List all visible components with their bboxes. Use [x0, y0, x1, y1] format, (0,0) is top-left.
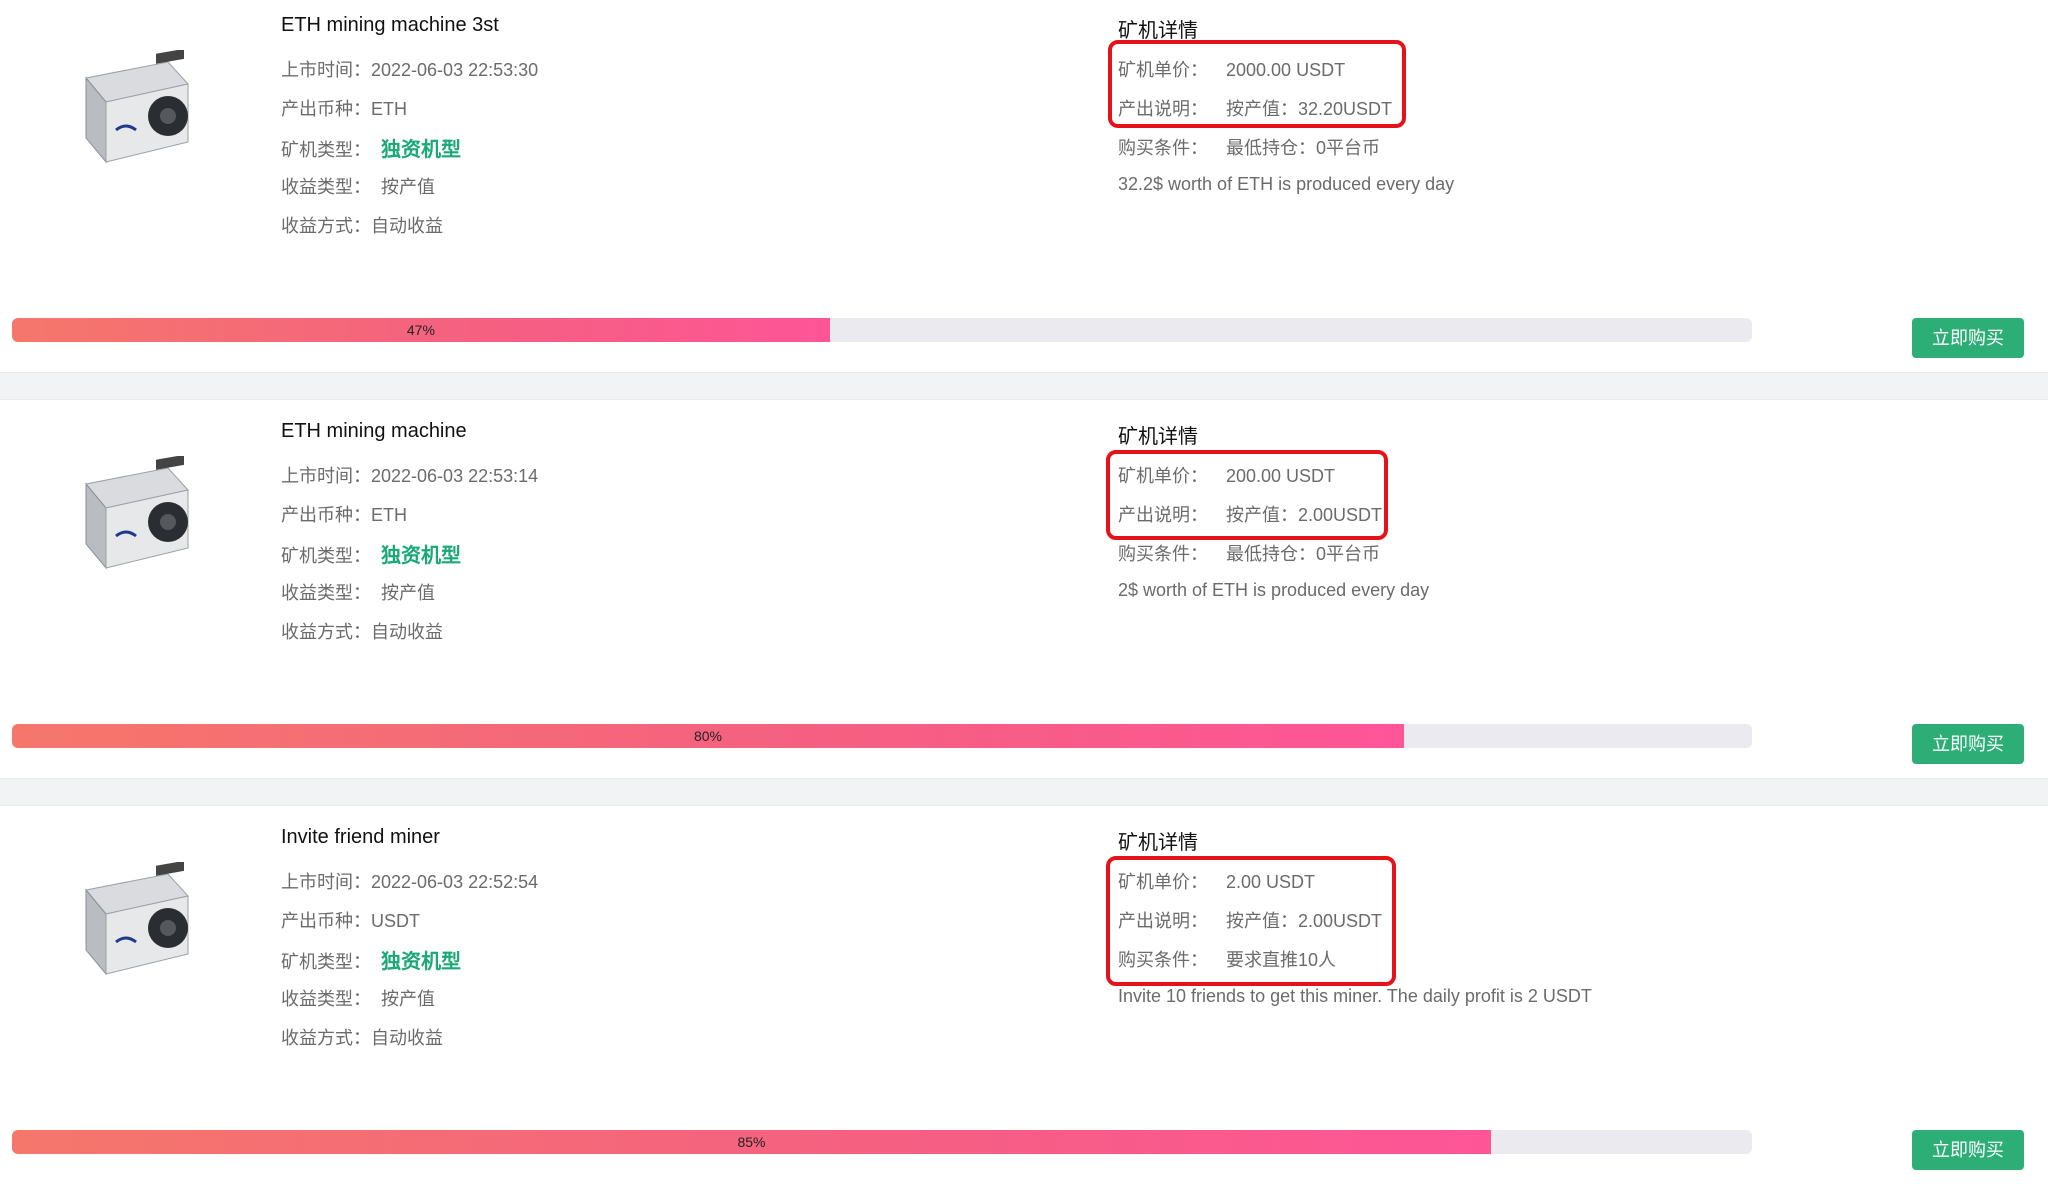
miner-type-value: 独资机型 — [381, 545, 461, 567]
buy-now-button[interactable]: 立即购买 — [1912, 318, 2024, 358]
highlight-box — [1106, 450, 1388, 540]
income-type: 收益类型： 按产值 — [281, 583, 435, 603]
output-coin: 产出币种：ETH — [281, 505, 407, 525]
product-card: ETH mining machine 3st 上市时间：2022-06-03 2… — [0, 0, 2048, 375]
miner-type: 矿机类型： 独资机型 — [281, 545, 461, 567]
miner-type: 矿机类型： 独资机型 — [281, 951, 461, 973]
progress-bar: 80% — [12, 724, 1752, 748]
product-note: 32.2$ worth of ETH is produced every day — [1118, 174, 1455, 194]
card-separator — [0, 372, 2048, 400]
product-card: ETH mining machine 上市时间：2022-06-03 22:53… — [0, 406, 2048, 781]
output-coin: 产出币种：ETH — [281, 99, 407, 119]
miner-image — [85, 456, 189, 570]
miner-type-value: 独资机型 — [381, 139, 461, 161]
income-method: 收益方式：自动收益 — [281, 1028, 443, 1048]
income-type: 收益类型： 按产值 — [281, 989, 435, 1009]
purchase-condition: 购买条件： 最低持仓：0平台币 — [1118, 544, 1381, 564]
buy-now-button[interactable]: 立即购买 — [1912, 1130, 2024, 1170]
product-note: 2$ worth of ETH is produced every day — [1118, 580, 1430, 600]
income-method: 收益方式：自动收益 — [281, 216, 443, 236]
card-separator — [0, 778, 2048, 806]
miner-image — [85, 862, 189, 976]
progress-bar: 47% — [12, 318, 1752, 342]
highlight-box — [1106, 856, 1396, 986]
product-title: ETH mining machine 3st — [281, 14, 499, 36]
income-type: 收益类型： 按产值 — [281, 177, 435, 197]
listing-time: 上市时间：2022-06-03 22:52:54 — [281, 872, 539, 892]
details-title: 矿机详情 — [1118, 832, 1198, 854]
listing-time: 上市时间：2022-06-03 22:53:30 — [281, 60, 539, 80]
product-note: Invite 10 friends to get this miner. The… — [1118, 986, 1592, 1006]
details-title: 矿机详情 — [1118, 426, 1198, 448]
product-title: ETH mining machine — [281, 420, 467, 442]
product-card: Invite friend miner 上市时间：2022-06-03 22:5… — [0, 812, 2048, 1187]
income-method: 收益方式：自动收益 — [281, 622, 443, 642]
progress-label: 47% — [406, 322, 435, 338]
listing-time: 上市时间：2022-06-03 22:53:14 — [281, 466, 539, 486]
product-title: Invite friend miner — [281, 826, 440, 848]
purchase-condition: 购买条件： 最低持仓：0平台币 — [1118, 138, 1381, 158]
miner-type: 矿机类型： 独资机型 — [281, 139, 461, 161]
highlight-box — [1108, 40, 1406, 128]
details-title: 矿机详情 — [1118, 20, 1198, 42]
progress-bar: 85% — [12, 1130, 1752, 1154]
buy-now-button[interactable]: 立即购买 — [1912, 724, 2024, 764]
progress-label: 80% — [693, 728, 723, 744]
miner-type-value: 独资机型 — [381, 951, 461, 973]
miner-image — [85, 50, 189, 164]
output-coin: 产出币种：USDT — [281, 911, 420, 931]
progress-label: 85% — [737, 1134, 766, 1150]
